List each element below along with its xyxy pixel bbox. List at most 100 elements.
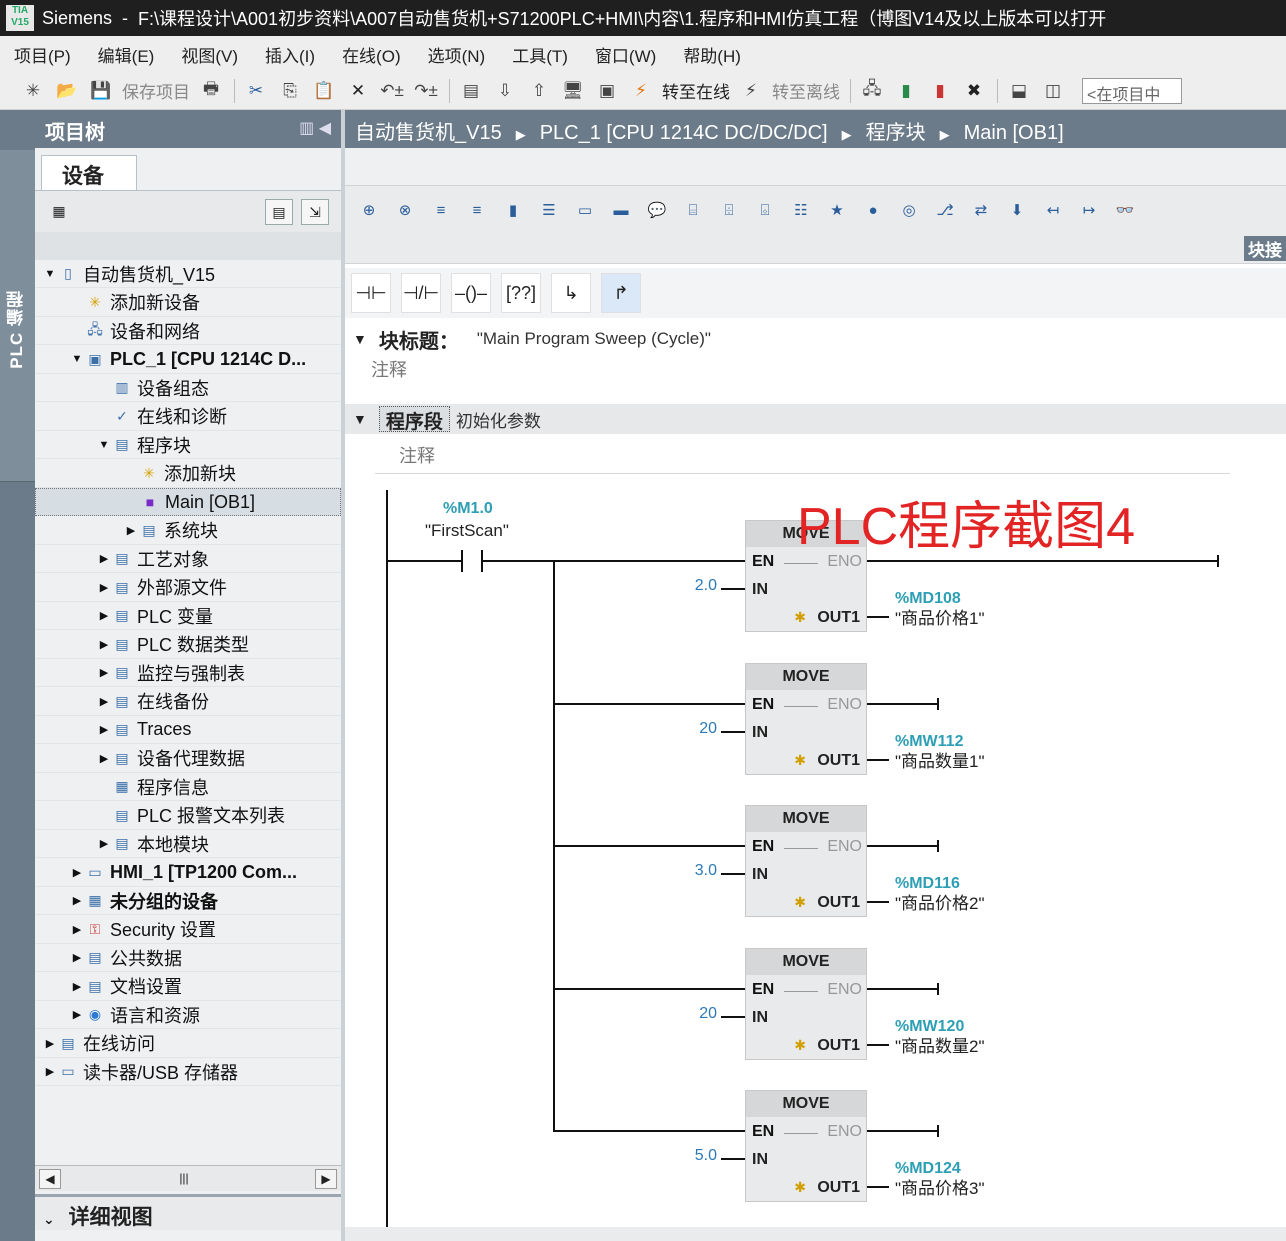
download-icon[interactable]: ⇩ — [492, 78, 518, 104]
collapsed-arrow-icon[interactable]: ▶ — [97, 638, 111, 651]
block-comment[interactable]: 注释 — [369, 356, 1286, 386]
breadcrumb-program-blocks[interactable]: 程序块 — [866, 122, 926, 144]
move-box[interactable]: MOVE EN ENO IN OUT1 ✱ — [745, 947, 867, 1060]
tree-item[interactable]: ▼ ▯ 自动售货机_V15 — [35, 260, 341, 288]
insert-row-icon[interactable]: ≡ — [427, 196, 455, 224]
absolute-symbolic-icon[interactable]: ⌸ — [679, 196, 707, 224]
menu-project[interactable]: 项目(P) — [14, 42, 71, 67]
go-online-button[interactable]: 转至在线 — [662, 78, 730, 104]
instruction-list-icon[interactable]: ☷ — [787, 196, 815, 224]
expanded-arrow-icon[interactable]: ▼ — [97, 439, 111, 451]
redo-icon[interactable]: ↷± — [413, 78, 439, 104]
out-name[interactable]: "商品价格3" — [895, 1174, 985, 1199]
tree-item[interactable]: ▶ ▤ 本地模块 — [35, 830, 341, 858]
in-value[interactable]: 20 — [669, 1005, 717, 1023]
print-icon[interactable]: 🖶 — [198, 78, 224, 104]
scroll-thumb[interactable]: ||| — [173, 1169, 195, 1189]
breakpoint-icon[interactable]: ● — [859, 196, 887, 224]
menu-view[interactable]: 视图(V) — [181, 42, 238, 67]
compare-icon[interactable]: ⇄ — [967, 196, 995, 224]
move-box[interactable]: MOVE EN ENO IN OUT1 ✱ — [745, 805, 867, 917]
table-view-icon[interactable]: ▤ — [265, 199, 293, 225]
new-project-icon[interactable]: ✳ — [20, 78, 46, 104]
out-name[interactable]: "商品价格2" — [895, 889, 985, 914]
paste-icon[interactable]: 📋 — [311, 78, 337, 104]
breadcrumb-main-ob1[interactable]: Main [OB1] — [964, 122, 1064, 144]
menu-help[interactable]: 帮助(H) — [683, 42, 741, 67]
collapsed-arrow-icon[interactable]: ▶ — [97, 695, 111, 708]
delete-network-icon[interactable]: ⊗ — [391, 196, 419, 224]
network-comments-icon[interactable]: 💬 — [643, 196, 671, 224]
tree-item[interactable]: ▶ ▤ 监控与强制表 — [35, 659, 341, 687]
download-block-icon[interactable]: ⬇ — [1003, 196, 1031, 224]
collapsed-arrow-icon[interactable]: ▶ — [43, 1037, 57, 1050]
empty-box-icon[interactable]: [??] — [501, 273, 541, 313]
plc-programming-tab[interactable]: PLC 编程 — [0, 150, 35, 482]
tree-item[interactable]: ✓ 在线和诊断 — [35, 403, 341, 431]
accessible-devices-icon[interactable]: 🖧 — [859, 78, 885, 104]
monitoring-on-off-icon[interactable]: 👓 — [1111, 196, 1139, 224]
tree-item[interactable]: ▤ PLC 报警文本列表 — [35, 802, 341, 830]
tree-item[interactable]: ▼ ▤ 程序块 — [35, 431, 341, 459]
cross-reference-icon[interactable]: ✖ — [961, 78, 987, 104]
scroll-left-icon[interactable]: ◀ — [39, 1169, 61, 1189]
network-overview-icon[interactable]: ▬ — [607, 196, 635, 224]
all-networks-open-icon[interactable]: ☰ — [535, 196, 563, 224]
editor-scrollbar[interactable] — [345, 1227, 1286, 1241]
tree-item[interactable]: ▶ ▤ 设备代理数据 — [35, 745, 341, 773]
breadcrumb-project[interactable]: 自动售货机_V15 — [355, 122, 502, 144]
in-value[interactable]: 20 — [669, 720, 717, 738]
cut-icon[interactable]: ✂ — [243, 78, 269, 104]
overview-icon[interactable]: ▦ — [45, 199, 73, 225]
in-value[interactable]: 5.0 — [669, 1147, 717, 1165]
menu-tools[interactable]: 工具(T) — [512, 42, 568, 67]
expanded-arrow-icon[interactable]: ▼ — [43, 268, 57, 280]
add-row-icon[interactable]: ≡ — [463, 196, 491, 224]
normally-closed-contact-icon[interactable]: ⊣/⊢ — [401, 273, 441, 313]
favorites-toggle-icon[interactable]: ★ — [823, 196, 851, 224]
menu-options[interactable]: 选项(N) — [428, 42, 486, 67]
out-name[interactable]: "商品价格1" — [895, 604, 985, 629]
collapse-triangle-icon[interactable]: ▼ — [353, 411, 367, 427]
open-branch-icon[interactable]: ↳ — [551, 273, 591, 313]
tree-item[interactable]: ▶ ▤ 工艺对象 — [35, 545, 341, 573]
search-in-project-input[interactable]: <在项目中 — [1082, 77, 1182, 104]
tree-item[interactable]: ▼ ▣ PLC_1 [CPU 1214C D... — [35, 346, 341, 374]
collapse-panel-icon[interactable]: ▥ ◀ — [299, 118, 331, 138]
close-branch-icon[interactable]: ↱ — [601, 273, 641, 313]
tree-item[interactable]: ✳ 添加新设备 — [35, 289, 341, 317]
insert-network-icon[interactable]: ⊕ — [355, 196, 383, 224]
tree-item[interactable]: ▶ ▦ 未分组的设备 — [35, 887, 341, 915]
save-project-button[interactable]: 保存项目 — [122, 78, 190, 104]
tree-item[interactable]: ▶ ▤ 在线备份 — [35, 688, 341, 716]
tree-item[interactable]: ▶ ◉ 语言和资源 — [35, 1001, 341, 1029]
tree-item[interactable]: ✳ 添加新块 — [35, 460, 341, 488]
runtime-icon[interactable]: ▣ — [594, 78, 620, 104]
save-icon[interactable]: 💾 — [88, 78, 114, 104]
go-to-icon[interactable]: ◎ — [895, 196, 923, 224]
out-name[interactable]: "商品数量2" — [895, 1032, 985, 1057]
collapsed-arrow-icon[interactable]: ▶ — [70, 951, 84, 964]
menu-edit[interactable]: 编辑(E) — [98, 42, 155, 67]
collapsed-arrow-icon[interactable]: ▶ — [97, 837, 111, 850]
contact-address[interactable]: %M1.0 — [443, 500, 493, 518]
open-project-icon[interactable]: 📂 — [54, 78, 80, 104]
tree-item[interactable]: ▶ ⚿ Security 设置 — [35, 916, 341, 944]
tree-item[interactable]: ▶ ▤ 公共数据 — [35, 944, 341, 972]
reset-start-value-icon[interactable]: ▮ — [499, 196, 527, 224]
block-title-value[interactable]: "Main Program Sweep (Cycle)" — [477, 329, 711, 349]
call-hierarchy-icon[interactable]: ⎇ — [931, 196, 959, 224]
collapsed-arrow-icon[interactable]: ▶ — [97, 552, 111, 565]
move-box[interactable]: MOVE EN ENO IN OUT1 ✱ — [745, 1090, 867, 1202]
tree-item[interactable]: ▶ ▤ 文档设置 — [35, 973, 341, 1001]
contact-name[interactable]: "FirstScan" — [425, 521, 509, 541]
split-vertical-icon[interactable]: ◫ — [1040, 78, 1066, 104]
collapsed-arrow-icon[interactable]: ▶ — [70, 894, 84, 907]
tree-item[interactable]: ▶ ▤ PLC 变量 — [35, 602, 341, 630]
tree-item[interactable]: 🖧 设备和网络 — [35, 317, 341, 345]
favorites-icon[interactable]: ⌹ — [715, 196, 743, 224]
network-comment[interactable]: 注释 — [375, 440, 1230, 474]
go-to-previous-error-icon[interactable]: ↤ — [1039, 196, 1067, 224]
go-online-icon[interactable]: ⚡ — [628, 78, 654, 104]
start-cpu-icon[interactable]: ▮ — [893, 78, 919, 104]
